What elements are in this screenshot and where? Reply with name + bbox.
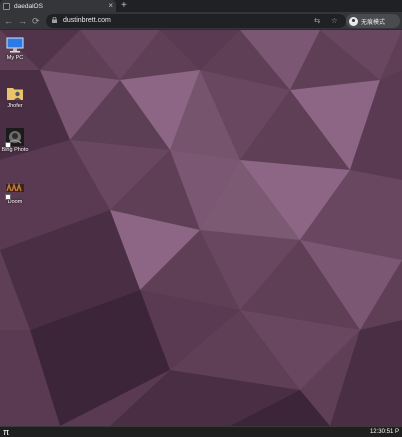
lock-icon (52, 17, 57, 23)
doom-icon (5, 180, 24, 200)
tab-strip: daedalOS × + (0, 0, 402, 12)
bing-photo-icon (5, 128, 24, 148)
bookmark-star-icon[interactable]: ☆ (331, 14, 338, 28)
new-tab-button[interactable]: + (121, 0, 127, 12)
close-tab-icon[interactable]: × (108, 0, 113, 12)
user-folder-icon (6, 84, 24, 102)
desktop-icon-jhofer[interactable]: Jhofer (1, 84, 29, 109)
shortcut-arrow-icon (5, 142, 11, 148)
address-bar[interactable]: dustinbrett.com ⇆ ☆ (46, 14, 346, 28)
daedalos-favicon-icon (3, 2, 10, 10)
profile-label: 无痕模式 (361, 19, 386, 26)
desktop-icon-doom[interactable]: Doom (1, 180, 29, 205)
taskbar: π 12:30:51 P (0, 426, 402, 437)
browser-toolbar: ← → ⟳ dustinbrett.com ⇆ ☆ 无痕模式 (0, 12, 402, 30)
incognito-icon (349, 16, 358, 26)
desktop-icon-bing-photo[interactable]: Bing Photo (1, 128, 29, 153)
desktop-icon-label: My PC (6, 55, 24, 61)
browser-tab[interactable]: daedalOS × (0, 0, 116, 12)
reload-icon[interactable]: ⟳ (32, 14, 40, 28)
shortcut-arrow-icon (5, 194, 11, 200)
wallpaper (0, 30, 402, 426)
url-text: dustinbrett.com (63, 17, 111, 24)
back-arrow-icon[interactable]: ← (4, 14, 13, 28)
translate-icon[interactable]: ⇆ (314, 14, 320, 28)
desktop-icon-label: Jhofer (7, 103, 23, 109)
computer-icon (6, 36, 24, 54)
start-menu-button[interactable]: π (3, 427, 9, 437)
desktop[interactable]: My PC Jhofer Bing Photo Doom (0, 30, 402, 426)
tab-title: daedalOS (14, 2, 43, 10)
desktop-icon-my-pc[interactable]: My PC (1, 36, 29, 61)
forward-arrow-icon[interactable]: → (18, 14, 27, 28)
taskbar-clock[interactable]: 12:30:51 P (370, 427, 399, 437)
incognito-profile-button[interactable]: 无痕模式 (346, 14, 400, 28)
